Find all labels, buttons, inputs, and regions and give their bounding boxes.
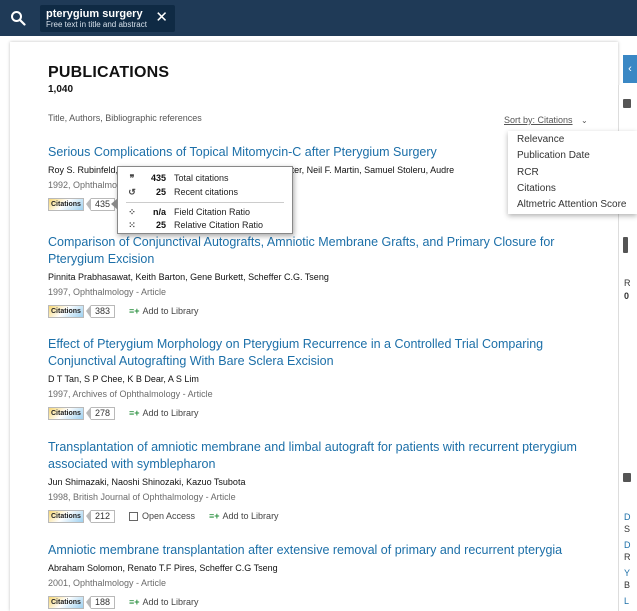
add-list-icon: ≡+ <box>128 597 140 607</box>
list-item: Transplantation of amniotic membrane and… <box>48 439 603 523</box>
search-scope: Free text in title and abstract <box>46 20 147 29</box>
dots-icon: ⁙ <box>128 220 136 230</box>
publication-title[interactable]: Effect of Pterygium Morphology on Pteryg… <box>48 336 603 370</box>
citations-badge[interactable]: Citations 212 <box>48 509 115 523</box>
recent-citations-row: ↺ 25 Recent citations <box>118 187 292 199</box>
history-icon: ↺ <box>128 187 136 197</box>
add-list-icon: ≡+ <box>209 511 220 521</box>
page-title: PUBLICATIONS <box>48 64 170 81</box>
external-link-icon <box>128 511 138 521</box>
add-to-library-button[interactable]: ≡+ Add to Library <box>129 408 199 418</box>
dots-icon: ⁘ <box>128 207 136 217</box>
add-list-icon: ≡+ <box>128 408 140 418</box>
list-item: Amniotic membrane transplantation after … <box>48 542 603 609</box>
publication-meta: 1997, Archives of Ophthalmology - Articl… <box>48 389 213 399</box>
add-to-library-button[interactable]: ≡+ Add to Library <box>129 306 199 316</box>
total-citations-row: ❞ 435 Total citations <box>118 173 292 185</box>
panel-icon <box>623 99 631 108</box>
citations-badge[interactable]: Citations 278 <box>48 406 115 420</box>
citations-badge[interactable]: Citations 188 <box>48 595 115 609</box>
publication-title[interactable]: Transplantation of amniotic membrane and… <box>48 439 603 473</box>
divider <box>126 202 284 203</box>
relative-citation-ratio-row: ⁙ 25 Relative Citation Ratio <box>118 220 292 232</box>
panel-icon <box>623 473 631 482</box>
citation-count: 278 <box>90 406 115 420</box>
publication-authors: Pinnita Prabhasawat, Keith Barton, Gene … <box>48 272 329 282</box>
publication-authors: Jun Shimazaki, Naoshi Shinozaki, Kazuo T… <box>48 477 246 487</box>
publication-authors: Abraham Solomon, Renato T.F Pires, Schef… <box>48 563 278 573</box>
results-panel: PUBLICATIONS 1,040 Title, Authors, Bibli… <box>10 42 618 611</box>
quote-icon: ❞ <box>129 173 135 183</box>
field-citation-ratio-row: ⁘ n/a Field Citation Ratio <box>118 207 292 219</box>
search-icon[interactable] <box>10 10 26 26</box>
sort-option-relevance[interactable]: Relevance <box>517 134 564 145</box>
sort-option-publication-date[interactable]: Publication Date <box>517 150 590 161</box>
list-item: Effect of Pterygium Morphology on Pteryg… <box>48 336 603 420</box>
sort-option-rcr[interactable]: RCR <box>517 167 539 178</box>
add-to-library-button[interactable]: ≡+ Add to Library <box>209 511 279 521</box>
citation-count: 212 <box>90 509 115 523</box>
collapse-panel-button[interactable]: ‹ <box>623 55 637 83</box>
citation-count: 383 <box>90 304 115 318</box>
result-count: 1,040 <box>48 84 74 95</box>
search-bar: pterygium surgery Free text in title and… <box>0 0 637 36</box>
close-icon[interactable]: ✕ <box>155 9 168 27</box>
citations-badge[interactable]: Citations 383 <box>48 304 115 318</box>
sort-option-altmetric[interactable]: Altmetric Attention Score <box>517 199 627 210</box>
citation-count: 188 <box>90 595 115 609</box>
publication-meta: 1997, Ophthalmology - Article <box>48 287 167 297</box>
add-to-library-button[interactable]: ≡+ Add to Library <box>129 597 199 607</box>
publication-meta: 1998, British Journal of Ophthalmology -… <box>48 492 236 502</box>
publication-title[interactable]: Comparison of Conjunctival Autografts, A… <box>48 234 603 268</box>
publication-title[interactable]: Amniotic membrane transplantation after … <box>48 542 603 559</box>
sort-options-menu: Relevance Publication Date RCR Citations… <box>508 131 637 214</box>
chevron-down-icon[interactable]: ⌄ <box>581 116 588 125</box>
publication-meta: 2001, Ophthalmology - Article <box>48 578 167 588</box>
search-fields-line: Title, Authors, Bibliographic references <box>48 113 202 123</box>
list-item: Comparison of Conjunctival Autografts, A… <box>48 234 603 318</box>
citation-metrics-popover: ❞ 435 Total citations ↺ 25 Recent citati… <box>111 166 293 234</box>
sort-option-citations[interactable]: Citations <box>517 183 556 194</box>
panel-icon <box>623 237 628 253</box>
add-list-icon: ≡+ <box>128 306 140 316</box>
sort-dropdown[interactable]: Sort by: Citations <box>504 115 573 125</box>
citations-badge[interactable]: Citations 435 <box>48 197 115 211</box>
search-query: pterygium surgery <box>46 8 143 20</box>
publication-authors: D T Tan, S P Chee, K B Dear, A S Lim <box>48 374 199 384</box>
search-query-chip[interactable]: pterygium surgery Free text in title and… <box>40 5 175 32</box>
open-access-link[interactable]: Open Access <box>128 511 195 521</box>
